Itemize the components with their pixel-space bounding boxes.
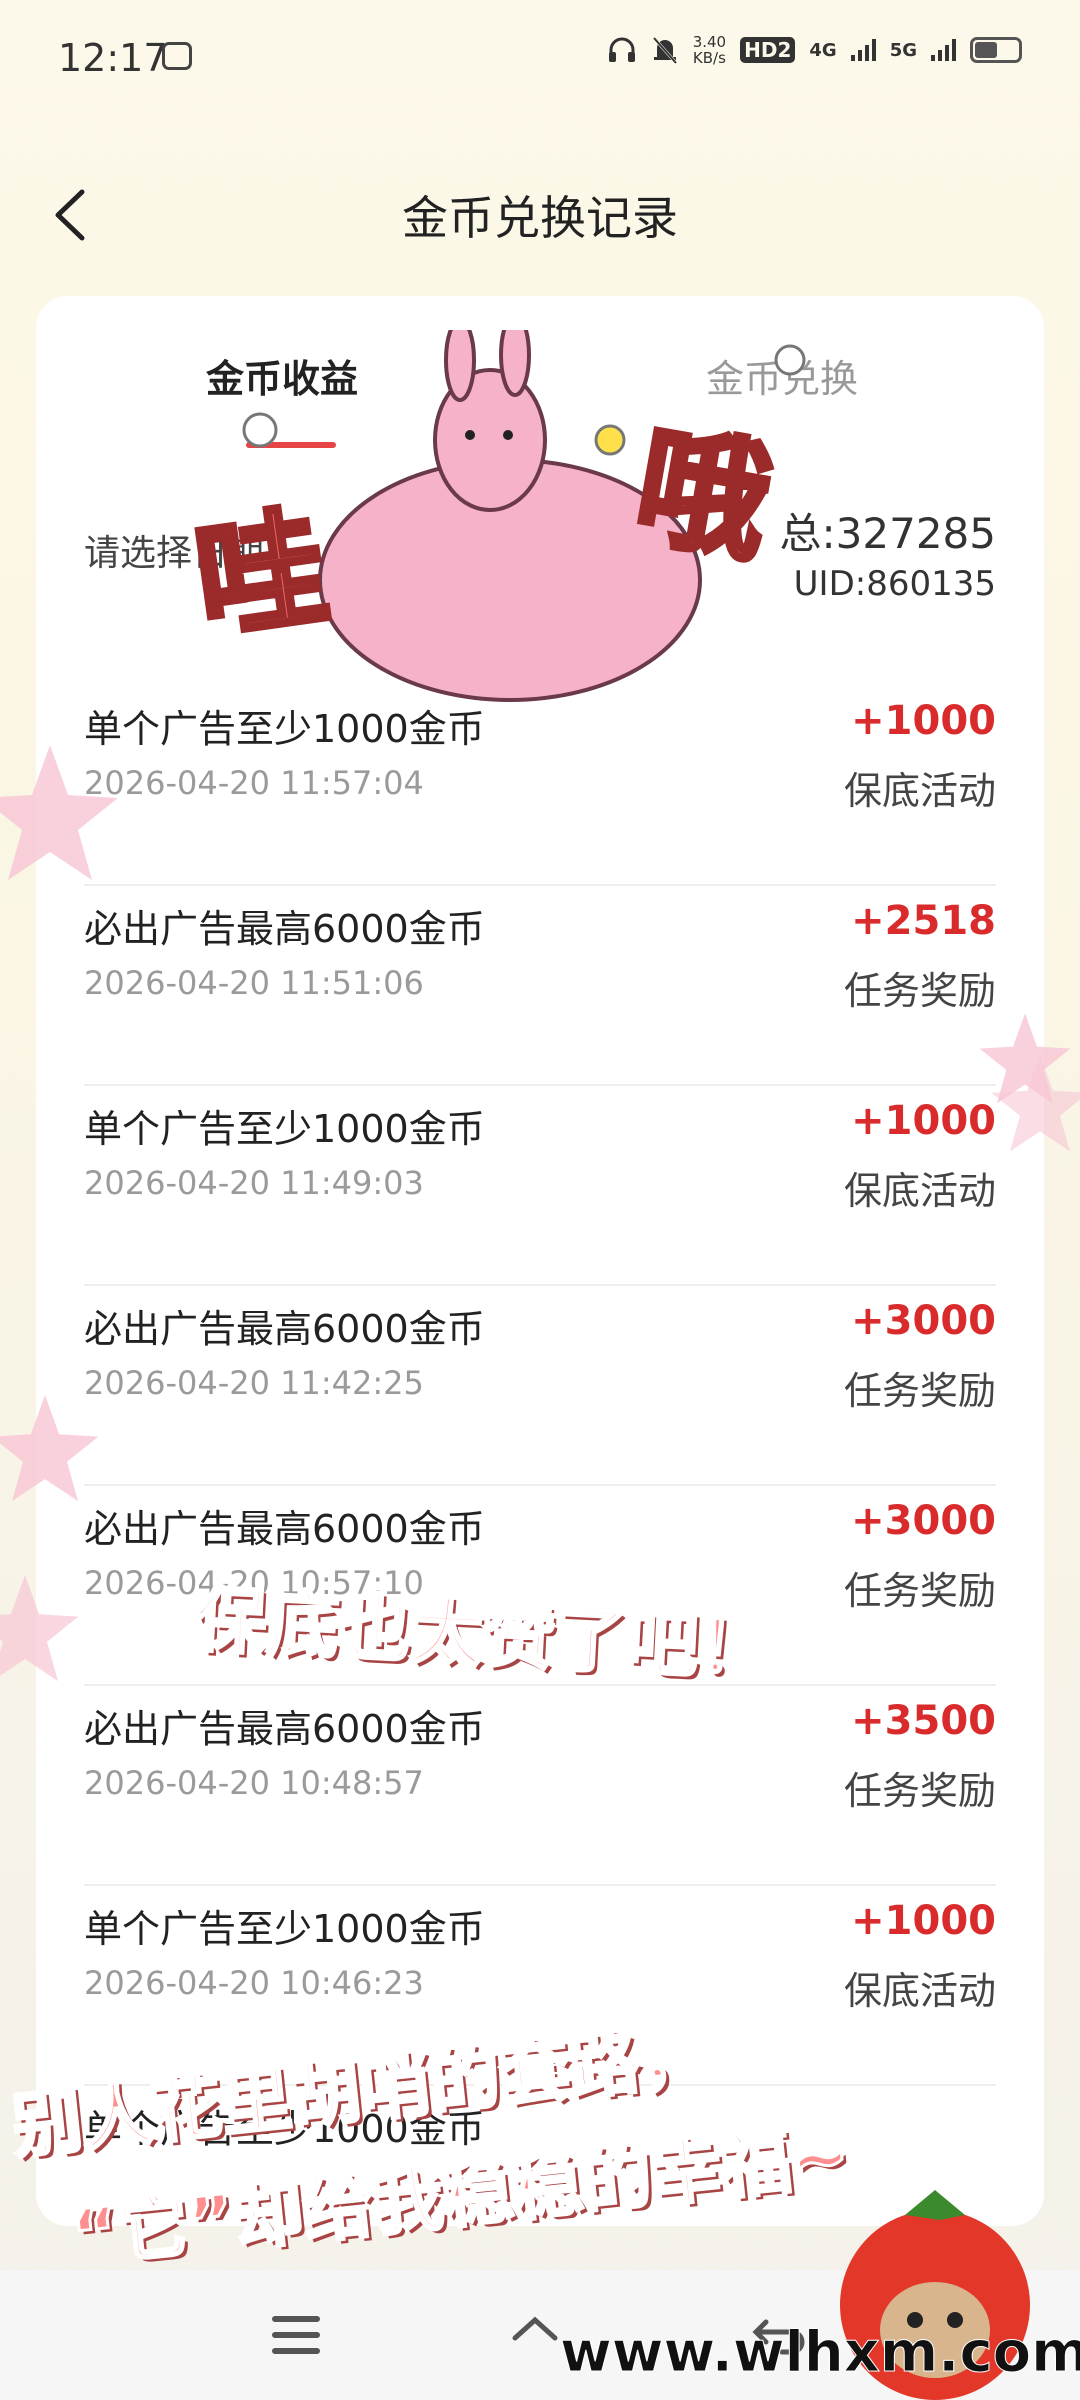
- signal-4g-label: 4G: [809, 39, 837, 61]
- list-item[interactable]: 单个广告至少1000金币 2026-04-20 11:57:04 +1000 保…: [84, 686, 996, 886]
- star-decoration-icon: [0, 1395, 99, 1502]
- home-icon[interactable]: [510, 2310, 560, 2360]
- battery-icon: [970, 37, 1022, 63]
- menu-icon[interactable]: [272, 2316, 320, 2364]
- status-time: 12:17: [58, 36, 168, 80]
- record-amount: +1000: [851, 1898, 996, 1944]
- signal-bars-icon: [850, 39, 876, 61]
- record-title: 必出广告最高6000金币: [84, 1307, 485, 1351]
- record-title: 单个广告至少1000金币: [84, 1107, 485, 1151]
- screenshot-icon: [162, 42, 192, 70]
- list-item[interactable]: 必出广告最高6000金币 2026-04-20 11:51:06 +2518 任…: [84, 886, 996, 1086]
- record-type: 任务奖励: [843, 1569, 996, 1613]
- record-time: 2026-04-20 11:42:25: [84, 1364, 424, 1402]
- star-decoration-icon: [0, 745, 118, 880]
- record-amount: +3000: [851, 1498, 996, 1544]
- record-title: 必出广告最高6000金币: [84, 1507, 485, 1551]
- record-title: 单个广告至少1000金币: [84, 1907, 485, 1951]
- record-type: 保底活动: [843, 769, 996, 813]
- record-time: 2026-04-20 10:46:23: [84, 1964, 424, 2002]
- network-speed: 3.40 KB/s: [693, 34, 726, 66]
- record-time: 2026-04-20 11:49:03: [84, 1164, 424, 1202]
- status-indicators: 3.40 KB/s HD2 4G 5G: [607, 34, 1022, 66]
- record-type: 保底活动: [843, 1169, 996, 1213]
- list-item[interactable]: 必出广告最高6000金币 2026-04-20 11:42:25 +3000 任…: [84, 1286, 996, 1486]
- record-amount: +3000: [851, 1298, 996, 1344]
- status-bar: 12:17 3.40 KB/s HD2 4G 5G: [0, 0, 1080, 110]
- page-title: 金币兑换记录: [402, 191, 678, 245]
- record-title: 必出广告最高6000金币: [84, 907, 485, 951]
- record-type: 任务奖励: [843, 1369, 996, 1413]
- list-item[interactable]: 单个广告至少1000金币 2026-04-20 11:49:03 +1000 保…: [84, 1086, 996, 1286]
- hd-badge: HD2: [740, 37, 796, 63]
- record-type: 保底活动: [843, 1969, 996, 2013]
- record-list: 单个广告至少1000金币 2026-04-20 11:57:04 +1000 保…: [84, 686, 996, 2226]
- record-time: 2026-04-20 11:51:06: [84, 964, 424, 1002]
- sticker-text-wa: 哇: [184, 488, 339, 662]
- record-title: 必出广告最高6000金币: [84, 1707, 485, 1751]
- record-amount: +3500: [851, 1698, 996, 1744]
- signal-5g-label: 5G: [889, 39, 917, 61]
- record-type: 任务奖励: [843, 969, 996, 1013]
- watermark: www.wlhxm.com: [559, 2320, 1080, 2386]
- record-time: 2026-04-20 10:48:57: [84, 1764, 424, 1802]
- record-time: 2026-04-20 11:57:04: [84, 764, 424, 802]
- record-amount: +2518: [851, 898, 996, 944]
- signal-bars-icon: [931, 39, 956, 61]
- list-item[interactable]: 必出广告最高6000金币 2026-04-20 10:48:57 +3500 任…: [84, 1686, 996, 1886]
- record-type: 任务奖励: [843, 1769, 996, 1813]
- speed-unit: KB/s: [692, 49, 726, 67]
- star-decoration-icon: [0, 1575, 79, 1682]
- record-amount: +1000: [851, 698, 996, 744]
- bell-muted-icon: [652, 37, 677, 64]
- headphones-icon: [608, 37, 635, 62]
- star-decoration-icon: [991, 1055, 1080, 1152]
